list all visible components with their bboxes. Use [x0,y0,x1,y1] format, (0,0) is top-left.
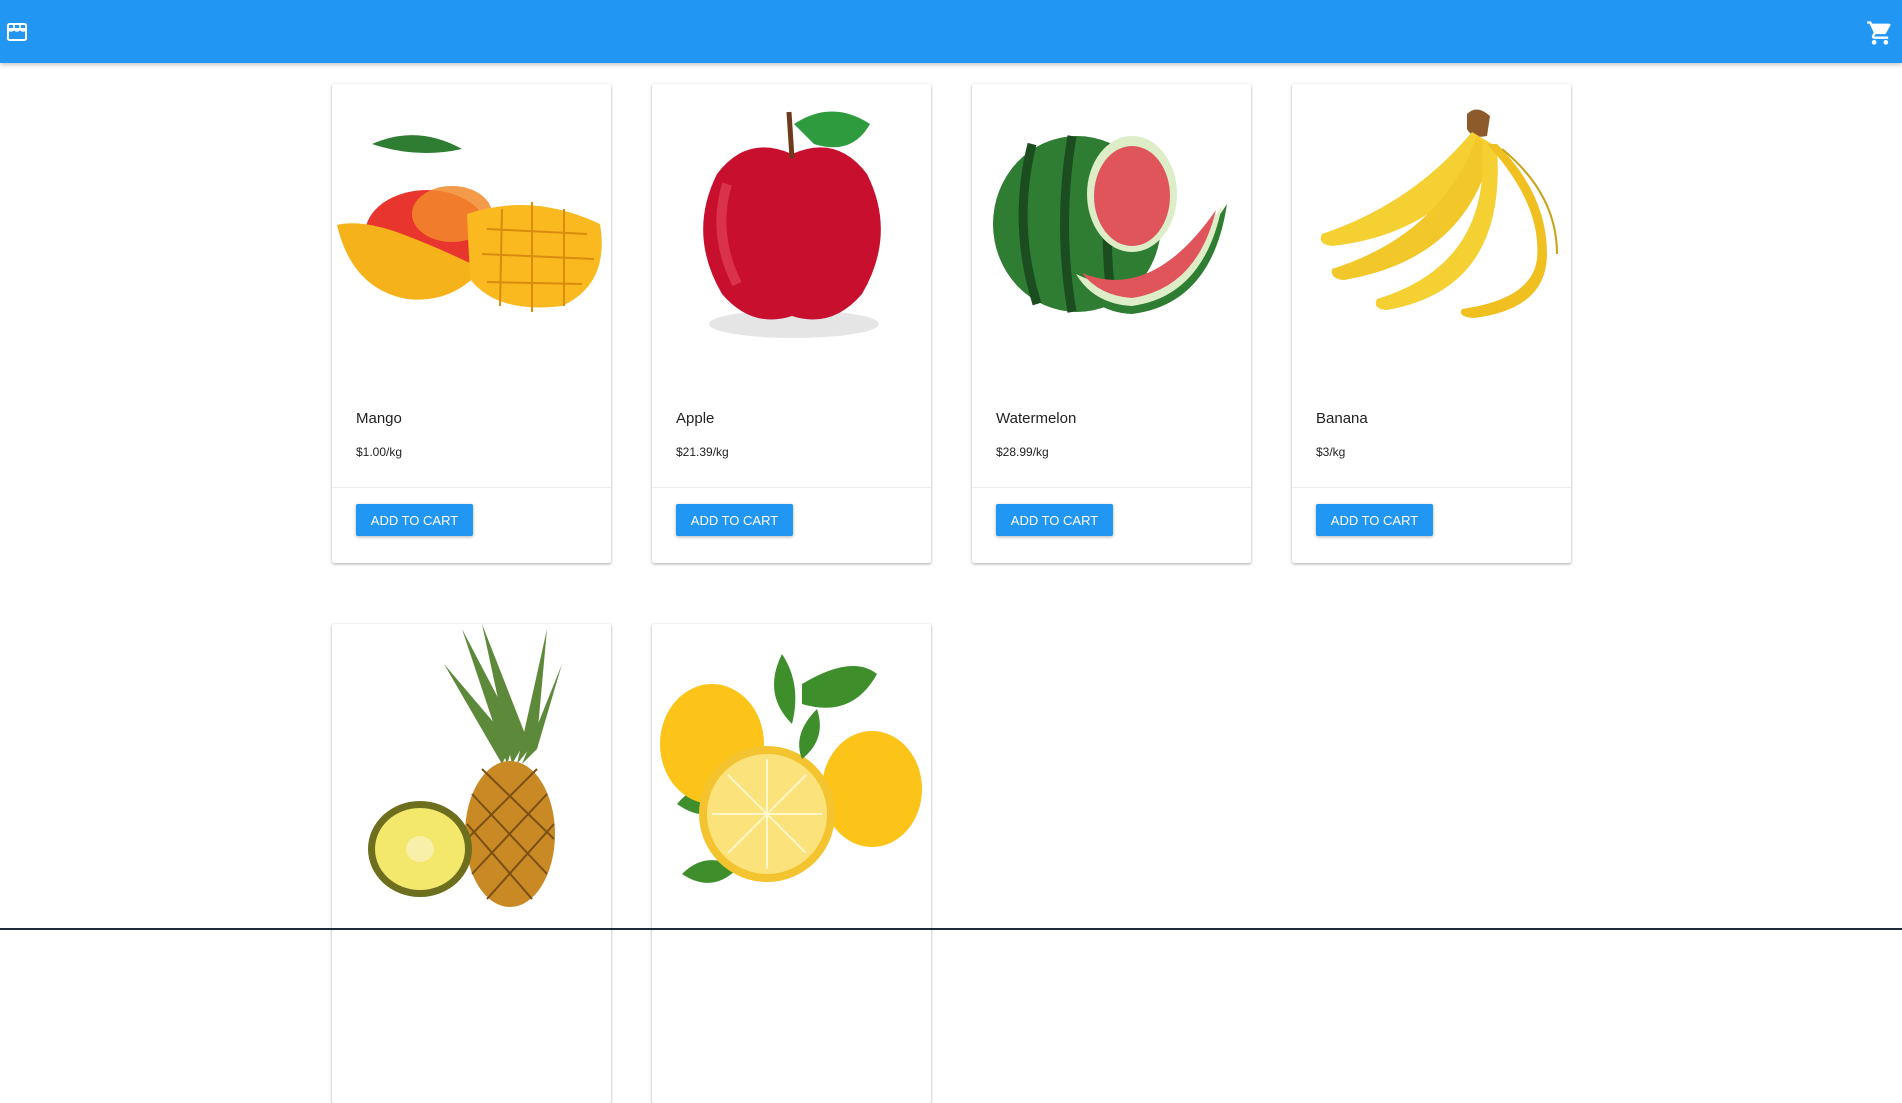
watermelon-image [993,135,1227,314]
product-name: Banana [1316,410,1368,427]
product-price: $28.99/kg [996,445,1049,459]
app-bar [0,0,1902,63]
card-divider [652,487,931,488]
shopping-cart-icon[interactable] [1866,19,1894,47]
product-name: Watermelon [996,410,1077,427]
product-card-mango: Mango $1.00/kg ADD TO CART [332,84,611,563]
product-price: $1.00/kg [356,445,403,459]
product-card-apple: Apple $21.39/kg ADD TO CART [652,84,931,563]
product-name: Mango [356,410,402,427]
product-name: Apple [676,410,715,427]
card-divider [972,487,1251,488]
product-card-watermelon: Watermelon $28.99/kg ADD TO CART [972,84,1251,563]
card-divider [1292,487,1571,488]
lemon-image [660,654,922,883]
apple-image [703,111,881,338]
add-to-cart-button[interactable]: ADD TO CART [996,504,1113,536]
product-grid: Mango $1.00/kg ADD TO CART Apple $21.39/… [332,84,1572,1103]
pineapple-image [368,624,562,907]
product-price: $21.39/kg [676,445,729,459]
add-to-cart-button[interactable]: ADD TO CART [1316,504,1433,536]
banana-image [1320,109,1558,318]
product-card-banana: Banana $3/kg ADD TO CART [1292,84,1571,563]
mango-image [337,135,602,312]
product-card-pineapple [332,624,611,1103]
product-price: $3/kg [1316,445,1346,459]
add-to-cart-button[interactable]: ADD TO CART [356,504,473,536]
store-icon[interactable] [5,20,29,44]
add-to-cart-button[interactable]: ADD TO CART [676,504,793,536]
card-divider [332,487,611,488]
product-card-lemon [652,624,931,1103]
